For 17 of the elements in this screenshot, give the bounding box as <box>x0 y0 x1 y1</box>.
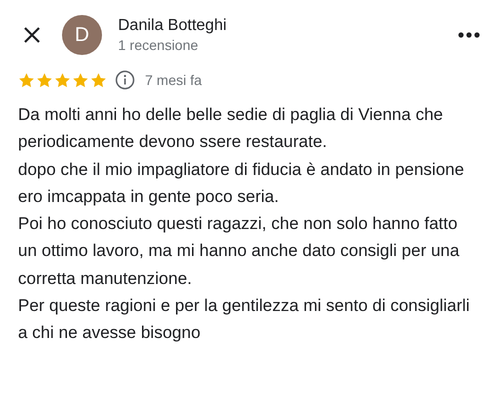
star-icon <box>72 72 89 88</box>
star-icon <box>54 72 71 88</box>
star-icon <box>90 72 107 88</box>
review-text: dopo che il mio impagliatore di fiducia è andato in pensione ero imcappata in gente poco seria. <box>18 158 466 208</box>
more-icon <box>458 32 480 38</box>
close-icon <box>23 26 41 44</box>
avatar: D <box>62 15 102 55</box>
info-icon[interactable] <box>115 70 135 90</box>
review-text: Da molti anni ho delle belle sedie di paglia di Vienna che periodicamente devono ssere restaurate. <box>18 104 444 154</box>
star-icon <box>36 72 53 88</box>
review-text: Poi ho conosciuto questi ragazzi, che non solo hanno fatto un ottimo lavoro, ma mi hanno anche dato consigli per una corretta manutenzione. <box>18 213 460 290</box>
review-time: 7 mesi fa <box>145 72 202 88</box>
reviewer-name: Danila Botteghi <box>118 17 228 35</box>
review-count: 1 recensione <box>118 37 200 53</box>
more-options-button[interactable] <box>456 30 482 40</box>
review-text: Per queste ragioni e per la gentilezza mi sento di consigliarli a chi ne avesse bisogno <box>18 295 471 344</box>
star-icon <box>18 72 35 88</box>
